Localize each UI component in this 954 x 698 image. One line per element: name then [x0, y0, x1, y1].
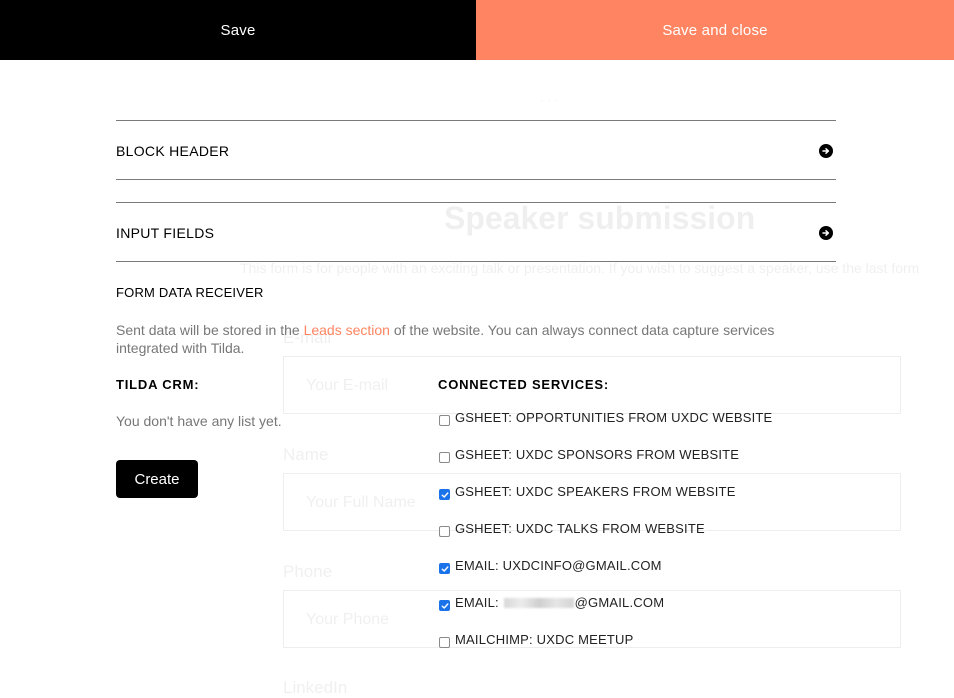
label-suffix: @GMAIL.COM [574, 595, 665, 610]
arrow-right-circle-icon [819, 226, 833, 240]
service-item[interactable]: MAILCHIMP: UXDC MEETUP [438, 632, 838, 669]
service-label: GSHEET: UXDC SPEAKERS FROM WEBSITE [455, 484, 736, 499]
service-label: EMAIL: UXDCINFO@GMAIL.COM [455, 558, 662, 573]
tilda-crm-empty-text: You don't have any list yet. [116, 413, 282, 429]
service-label: GSHEET: UXDC TALKS FROM WEBSITE [455, 521, 705, 536]
preview-description: This form is for people with an exciting… [240, 260, 920, 276]
preview-top-text: · · · [540, 93, 559, 107]
description-text: Sent data will be stored in the [116, 322, 304, 338]
service-checkbox-checked[interactable] [439, 563, 450, 574]
service-item[interactable]: EMAIL: @GMAIL.COM [438, 595, 838, 632]
redacted-email-blur [503, 598, 574, 608]
service-item[interactable]: EMAIL: UXDCINFO@GMAIL.COM [438, 558, 838, 595]
service-checkbox-checked[interactable] [439, 600, 450, 611]
service-label: MAILCHIMP: UXDC MEETUP [455, 632, 634, 647]
save-button[interactable]: Save [0, 0, 476, 60]
preview-name-label: Name [283, 445, 329, 464]
service-label: GSHEET: OPPORTUNITIES FROM UXDC WEBSITE [455, 410, 773, 425]
save-and-close-button[interactable]: Save and close [476, 0, 954, 60]
form-data-receiver-title: FORM DATA RECEIVER [116, 285, 264, 300]
section-block-header[interactable]: BLOCK HEADER [116, 120, 836, 180]
section-title: INPUT FIELDS [116, 225, 215, 241]
create-list-button[interactable]: Create [116, 460, 198, 498]
connected-services-title: CONNECTED SERVICES: [438, 377, 609, 392]
leads-section-link[interactable]: Leads section [304, 322, 390, 338]
service-item[interactable]: GSHEET: UXDC SPEAKERS FROM WEBSITE [438, 484, 838, 521]
preview-phone-label: Phone [283, 562, 333, 581]
top-action-bar: Save Save and close [0, 0, 954, 60]
connected-services-list: GSHEET: OPPORTUNITIES FROM UXDC WEBSITE … [438, 410, 838, 669]
service-checkbox[interactable] [439, 526, 450, 537]
service-checkbox[interactable] [439, 637, 450, 648]
form-data-receiver-description: Sent data will be stored in the Leads se… [116, 321, 836, 357]
service-item[interactable]: GSHEET: UXDC TALKS FROM WEBSITE [438, 521, 838, 558]
label-prefix: EMAIL: [455, 595, 503, 610]
preview-linkedin-label: LinkedIn [283, 678, 348, 697]
service-label: GSHEET: UXDC SPONSORS FROM WEBSITE [455, 447, 740, 462]
service-item[interactable]: GSHEET: UXDC SPONSORS FROM WEBSITE [438, 447, 838, 484]
service-checkbox[interactable] [439, 452, 450, 463]
service-label: EMAIL: @GMAIL.COM [455, 595, 664, 610]
arrow-right-circle-icon [819, 144, 833, 158]
service-checkbox-checked[interactable] [439, 489, 450, 500]
section-title: BLOCK HEADER [116, 143, 230, 159]
section-input-fields[interactable]: INPUT FIELDS [116, 202, 836, 262]
tilda-crm-title: TILDA CRM: [116, 377, 200, 392]
service-item[interactable]: GSHEET: OPPORTUNITIES FROM UXDC WEBSITE [438, 410, 838, 447]
service-checkbox[interactable] [439, 415, 450, 426]
